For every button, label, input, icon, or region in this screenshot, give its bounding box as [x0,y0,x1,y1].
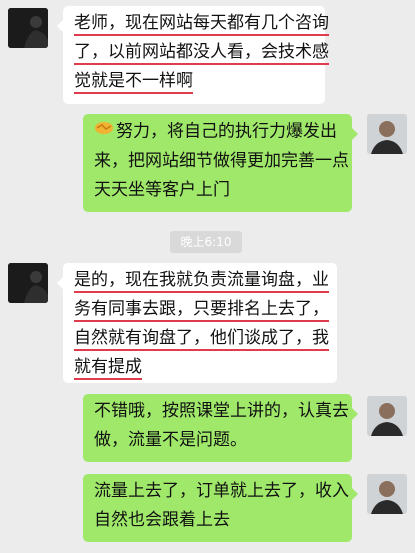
person-portrait-icon [367,474,407,514]
person-portrait-icon [367,396,407,436]
message-line: 是的，现在我就负责流量询盘，业 [74,270,329,293]
message-line: 做，流量不是问题。 [94,430,247,450]
handshake-icon [94,117,114,146]
person-silhouette-icon [8,8,48,48]
message-line: 不错哦，按照课堂上讲的，认真去 [94,401,349,421]
message-bubble-outgoing[interactable]: 流量上去了，订单就上去了，收入 自然也会跟着上去 [83,474,358,542]
message-line: 自然就有询盘了，他们谈成了，我 [74,328,329,351]
person-silhouette-icon [8,263,48,303]
self-avatar[interactable] [367,396,407,436]
message-line: 努力，将自己的执行力爆发出 [116,121,337,142]
message-line: 来，把网站细节做得更加完善一点 [94,150,349,171]
message-bubble-incoming[interactable]: 老师，现在网站每天都有几个咨询 了，以前网站都没人看，会技术感 觉就是不一样啊 [57,6,329,104]
message-bubble-outgoing[interactable]: 努力，将自己的执行力爆发出 来，把网站细节做得更加完善一点 天天坐等客户上门 [83,114,358,212]
message-line: 了，以前网站都没人看，会技术感 [74,42,329,65]
message-line: 自然也会跟着上去 [94,510,230,530]
person-portrait-icon [367,114,407,154]
sender-avatar[interactable] [8,8,48,48]
message-line: 就有提成 [74,357,142,380]
message-bubble-incoming[interactable]: 是的，现在我就负责流量询盘，业 务有同事去跟，只要排名上去了， 自然就有询盘了，… [57,263,337,383]
self-avatar[interactable] [367,114,407,154]
self-avatar[interactable] [367,474,407,514]
message-line: 老师，现在网站每天都有几个咨询 [74,13,329,36]
message-line: 觉就是不一样啊 [74,71,193,94]
sender-avatar[interactable] [8,263,48,303]
message-line: 流量上去了，订单就上去了，收入 [94,481,349,501]
message-line: 天天坐等客户上门 [94,179,230,200]
timestamp-divider: 晚上6:10 [170,231,242,253]
message-line: 务有同事去跟，只要排名上去了， [74,299,329,322]
message-bubble-outgoing[interactable]: 不错哦，按照课堂上讲的，认真去 做，流量不是问题。 [83,394,358,462]
